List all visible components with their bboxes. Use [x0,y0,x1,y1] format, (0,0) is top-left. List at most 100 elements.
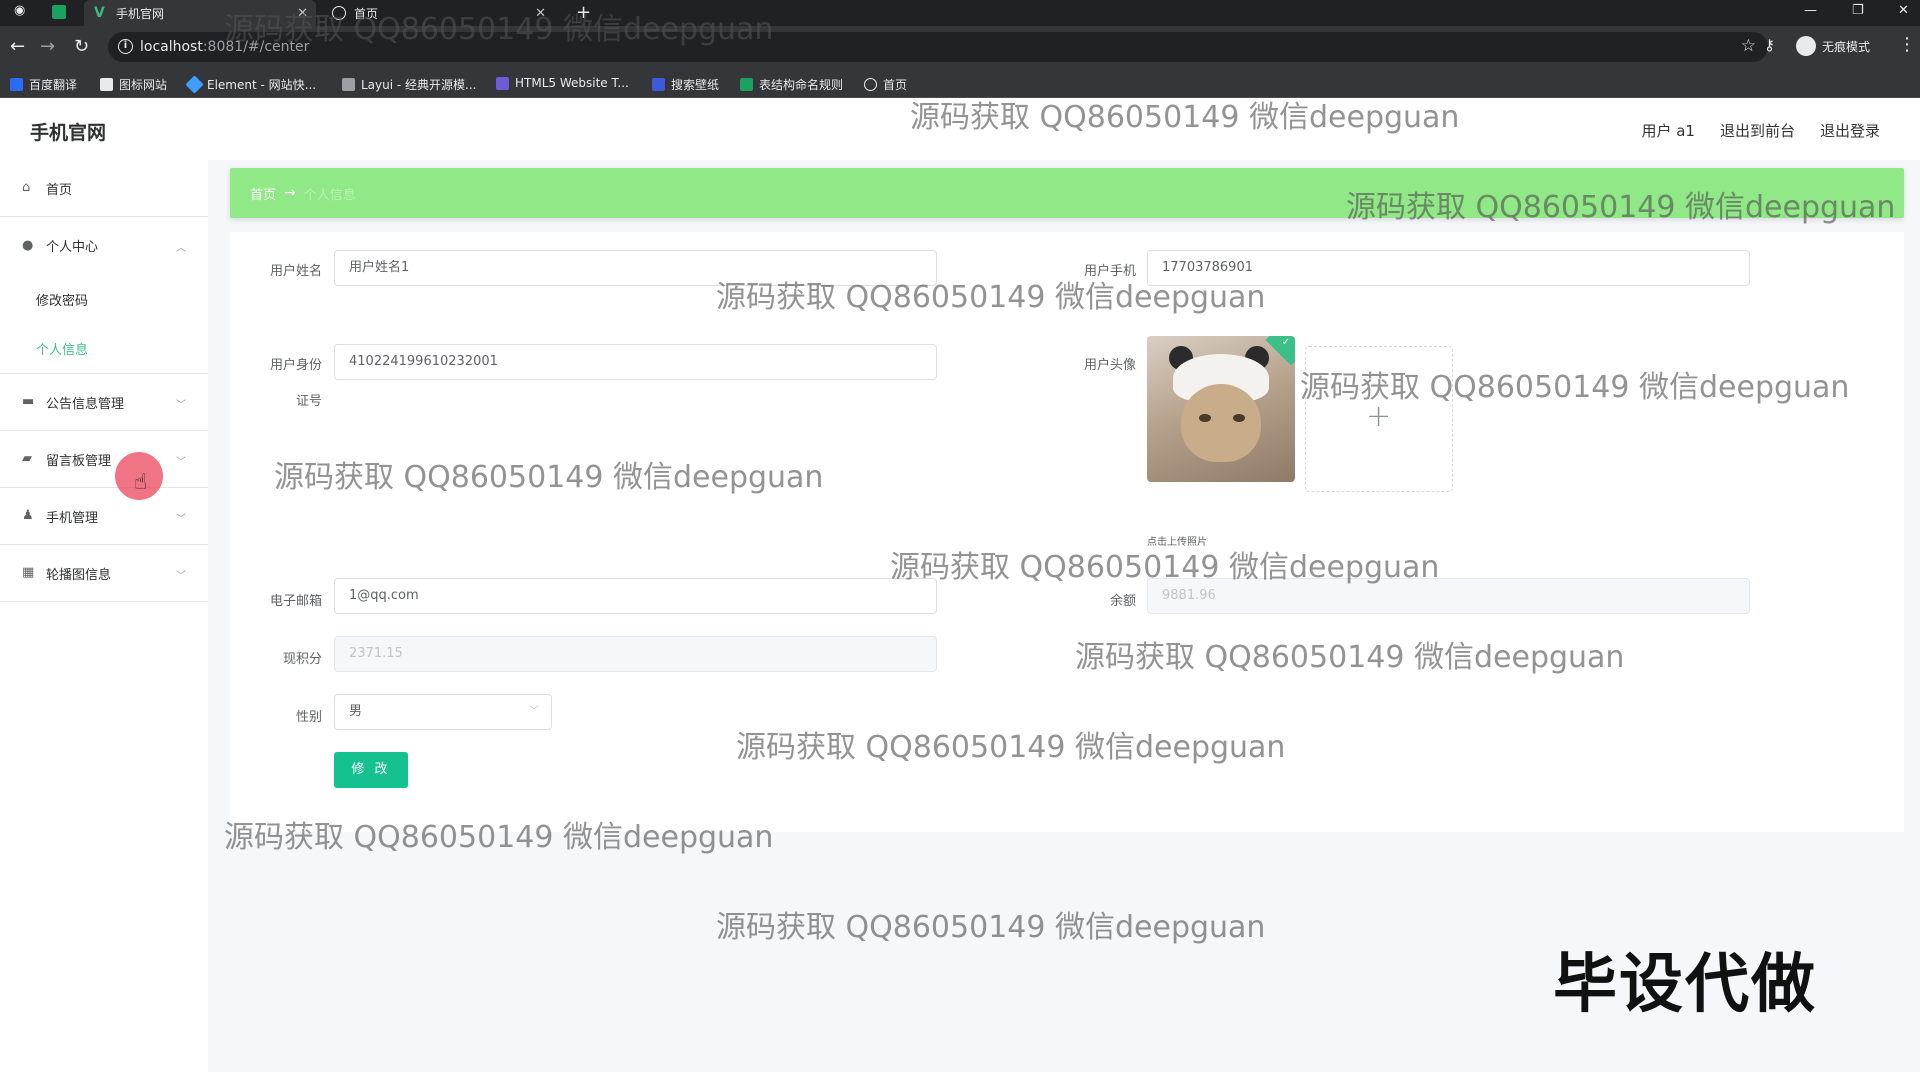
submit-button[interactable]: 修 改 [334,752,408,788]
element-icon [185,75,204,94]
sidebar-item-personal-info[interactable]: 个人信息 [0,324,208,374]
layui-icon [342,78,355,91]
points-input: 2371.15 [334,636,937,672]
kebab-menu-icon[interactable]: ⋮ [1898,34,1916,55]
email-input[interactable]: 1@qq.com [334,578,937,614]
chevron-down-icon: ﹀ [529,706,539,717]
sidebar-item-personal-center[interactable]: ● 个人中心 ︿ [0,217,208,274]
browser-app-icon: ◉ [14,3,26,18]
vue-icon: V [94,5,105,21]
hidden-field [1147,636,1365,672]
user-icon: ● [22,237,34,253]
address-bar[interactable]: i localhost:8081/#/center ☆ [108,32,1768,62]
info-icon[interactable]: i [118,39,133,54]
name-label: 用户姓名 [269,264,322,279]
home-icon: ⌂ [22,180,31,195]
incognito-icon [1796,36,1816,56]
translate-icon [10,78,23,91]
notice-icon: ▬ [22,394,35,409]
logout-link[interactable]: 退出登录 [1820,120,1880,141]
bookmark-item[interactable]: Element - 网站快... [185,75,316,94]
upload-hint: 点击上传照片 [1147,537,1207,548]
breadcrumb-home[interactable]: 首页 [250,184,276,203]
forward-arrow-icon[interactable]: → [40,36,55,57]
tab-phone-site[interactable]: V 手机官网 ✕ [84,0,316,26]
phone-label: 用户手机 [1083,264,1136,279]
corner-watermark: 毕设代做 [1553,948,1817,1022]
window-close-icon[interactable]: ✕ [1898,3,1909,18]
watermark-text: 源码获取 QQ86050149 微信deepguan [716,910,1266,945]
bookmark-item[interactable]: 百度翻译 [10,76,77,93]
chevron-up-icon: ︿ [176,243,186,254]
id-number-label-cont: 证号 [295,394,322,409]
check-icon: ✓ [1281,337,1291,349]
id-number-input[interactable]: 410224199610232001 [334,344,937,380]
breadcrumb-current: 个人信息 [303,187,356,203]
globe-icon [332,6,346,20]
header-links: 用户 a1 退出到前台 退出登录 [1641,120,1880,141]
person-icon: ♟ [22,508,34,523]
breadcrumb-separator: → [284,185,296,201]
sidebar-item-message-board[interactable]: ▰ 留言板管理 ﹀ [0,431,208,488]
hand-cursor-icon: ☝ [134,470,148,495]
tab-title: 手机官网 [116,6,165,21]
bookmark-item[interactable]: 搜索壁纸 [652,76,719,93]
back-arrow-icon[interactable]: ← [10,36,25,57]
bookmark-item[interactable]: 首页 [864,76,907,93]
chevron-down-icon: ﹀ [176,457,186,468]
balance-input: 9881.96 [1147,578,1750,614]
name-input[interactable]: 用户姓名1 [334,250,937,286]
email-label: 电子邮箱 [269,594,322,609]
flag-icon [100,78,113,91]
avatar-uploader[interactable]: + [1305,346,1453,492]
bookmark-item[interactable]: 表结构命名规则 [740,76,843,93]
bookmark-item[interactable]: Layui - 经典开源模... [342,76,476,93]
app-title: 手机官网 [30,122,107,144]
restore-icon[interactable]: ❐ [1852,3,1864,18]
avatar[interactable]: ✓ [1147,336,1295,482]
close-icon[interactable]: ✕ [297,6,308,21]
avatar-label: 用户头像 [1083,358,1136,373]
star-icon[interactable]: ☆ [1741,36,1756,56]
message-icon: ▰ [22,451,32,466]
sheet-icon [740,78,753,91]
url-text[interactable]: localhost:8081/#/center [140,39,309,55]
gender-selected: 男 [349,704,363,719]
sidebar-item-carousel[interactable]: ▦ 轮播图信息 ﹀ [0,545,208,602]
gender-label: 性别 [295,710,322,725]
sidebar-menu: ⌂ 首页 ● 个人中心 ︿ 修改密码 个人信息 ▬ 公告信息管理 ﹀ ▰ 留言板… [0,160,208,1072]
gender-select[interactable]: 男 ﹀ [334,694,552,730]
phone-input[interactable]: 17703786901 [1147,250,1750,286]
tab-title: 首页 [354,6,379,21]
sidebar-item-change-password[interactable]: 修改密码 [0,274,208,324]
chevron-down-icon: ﹀ [176,400,186,411]
browser-tab-bar: ◉ V 手机官网 ✕ 首页 ✕ + — ❐ ✕ [0,0,1920,26]
new-tab-icon[interactable]: + [576,2,591,23]
profile-form-card [230,232,1904,832]
incognito-indicator[interactable]: 无痕模式 [1796,36,1870,56]
wallpaper-icon [652,78,665,91]
minimize-icon[interactable]: — [1804,3,1817,18]
key-icon[interactable]: ⚷ [1764,36,1775,54]
grid-icon: ▦ [22,565,35,580]
reload-icon[interactable]: ↻ [74,36,89,57]
back-to-front-link[interactable]: 退出到前台 [1720,120,1795,141]
browser-toolbar: ← → ↻ i localhost:8081/#/center ☆ ⚷ 无痕模式… [0,26,1920,68]
bookmark-item[interactable]: 图标网站 [100,76,167,93]
balance-label: 余额 [1109,594,1136,609]
close-icon[interactable]: ✕ [535,6,546,21]
pinned-tab-icon[interactable] [52,5,66,19]
tab-home[interactable]: 首页 ✕ [322,0,554,26]
current-user: 用户 a1 [1641,122,1695,140]
bookmark-item[interactable]: HTML5 Website T... [496,76,629,90]
sidebar-item-phone-management[interactable]: ♟ 手机管理 ﹀ [0,488,208,545]
globe-icon [864,78,877,91]
upload-success-badge: ✓ [1265,336,1295,366]
app-header: 手机官网 用户 a1 退出到前台 退出登录 [0,98,1920,160]
points-label: 现积分 [282,652,322,667]
bookmarks-bar: 百度翻译 图标网站 Element - 网站快... Layui - 经典开源模… [0,68,1920,98]
sidebar-item-notice-management[interactable]: ▬ 公告信息管理 ﹀ [0,374,208,431]
html5-icon [496,76,509,90]
breadcrumb: 首页 → 个人信息 [230,168,1904,218]
sidebar-item-home[interactable]: ⌂ 首页 [0,160,208,217]
